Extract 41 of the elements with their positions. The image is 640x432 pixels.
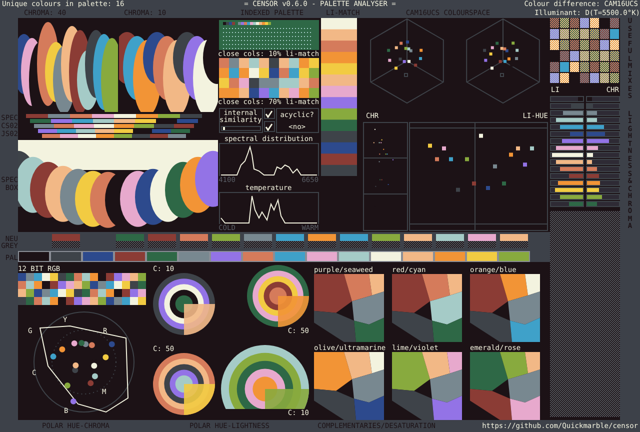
polar-hue-lightness-drawing [153, 273, 215, 335]
dither-swatch [436, 241, 464, 248]
palette-swatch[interactable] [114, 251, 146, 262]
similarity-slider[interactable] [220, 126, 261, 132]
dither-swatch [468, 241, 496, 248]
dither-swatch [244, 241, 272, 248]
dither-swatch [116, 241, 144, 248]
palette-swatch[interactable] [466, 251, 498, 262]
dither-swatch [148, 241, 176, 248]
similarity-checkbox[interactable] [264, 108, 275, 120]
dither-swatch [212, 241, 240, 248]
dither-swatch [308, 241, 336, 248]
dither-swatch [500, 241, 528, 248]
dither-swatch [276, 241, 304, 248]
dither-swatch [52, 241, 80, 248]
useful-mixes-drawing [550, 18, 620, 84]
palette-swatch[interactable] [274, 251, 306, 262]
complementary-voronoi-drawing [470, 274, 540, 342]
dither-swatch [372, 241, 400, 248]
palette-swatch[interactable] [338, 251, 370, 262]
polar-hue-lightness-drawing [153, 353, 215, 415]
palette-swatch[interactable] [434, 251, 466, 262]
dither-swatch [404, 241, 432, 248]
slider-thumb[interactable] [222, 127, 225, 130]
palette-swatch[interactable] [402, 251, 434, 262]
palette-swatch[interactable] [18, 251, 50, 262]
palette-swatch[interactable] [370, 251, 402, 262]
polar-hue-lightness-drawing [247, 265, 309, 327]
palette-swatch[interactable] [82, 251, 114, 262]
palette-swatch[interactable] [306, 251, 338, 262]
palette-swatch[interactable] [242, 251, 274, 262]
palette-swatch[interactable] [50, 251, 82, 262]
palette-swatch[interactable] [210, 251, 242, 262]
complementary-voronoi-drawing [314, 274, 384, 342]
dither-swatch [340, 241, 368, 248]
dither-swatch [180, 241, 208, 248]
palette-swatch[interactable] [178, 251, 210, 262]
palette-swatch[interactable] [146, 251, 178, 262]
acyclic-checkbox[interactable] [264, 121, 275, 132]
palette-swatch[interactable] [498, 251, 530, 262]
complementary-voronoi-drawing [392, 274, 462, 342]
